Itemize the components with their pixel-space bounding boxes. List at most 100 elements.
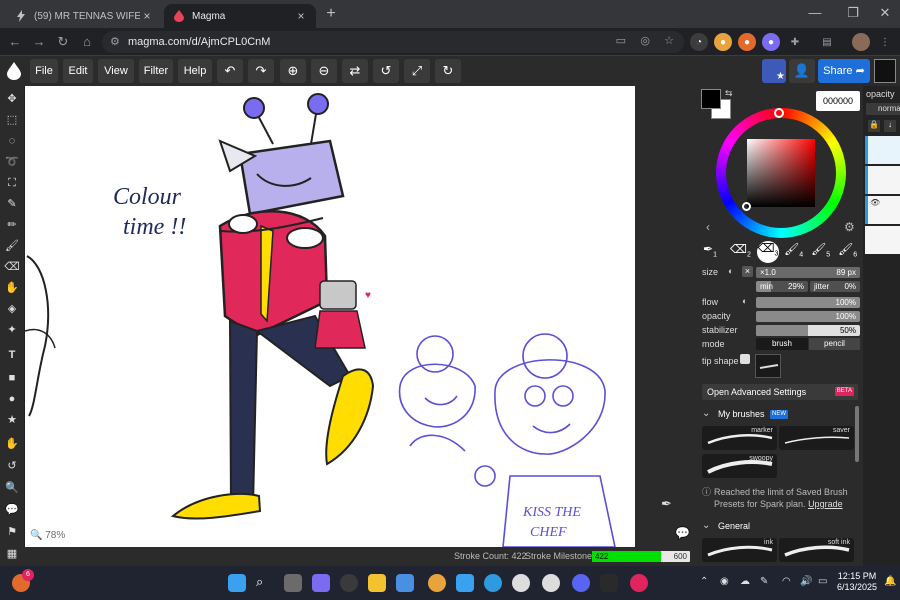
upgrade-link[interactable]: Upgrade bbox=[808, 499, 843, 509]
close-icon[interactable]: × bbox=[742, 266, 753, 277]
cast-icon[interactable]: ▭ bbox=[616, 34, 626, 47]
brush-preset-saver[interactable]: saver bbox=[779, 426, 854, 450]
gear-icon[interactable]: ⚙ bbox=[844, 220, 855, 234]
clock[interactable]: 12:15 PM 6/13/2025 bbox=[832, 571, 882, 593]
tab-magma[interactable]: Magma × bbox=[164, 4, 316, 28]
rectangle-tool-icon[interactable]: ■ bbox=[3, 369, 21, 387]
mode-brush-button[interactable]: brush bbox=[756, 338, 808, 350]
swap-colors-icon[interactable]: ⇆ bbox=[725, 88, 733, 99]
redo-icon[interactable]: ↷ bbox=[248, 59, 274, 83]
pressure-icon[interactable]: ◐ bbox=[728, 266, 739, 277]
notification-bell-icon[interactable]: 🔔 bbox=[884, 576, 896, 587]
add-user-icon[interactable]: 👤 bbox=[789, 59, 815, 83]
move-down-icon[interactable]: ↓ bbox=[884, 120, 896, 132]
forward-icon[interactable]: → bbox=[30, 33, 48, 51]
close-window-icon[interactable]: ✕ bbox=[872, 4, 898, 22]
profile-avatar[interactable] bbox=[852, 33, 870, 51]
extension-icon[interactable]: ● bbox=[714, 33, 732, 51]
min-slider[interactable]: min 29% bbox=[756, 281, 808, 292]
tab-tumblr[interactable]: (59) MR TENNAS WIFEY (ffatalit × bbox=[6, 4, 162, 28]
brush-preset-ink[interactable]: ink bbox=[702, 538, 777, 562]
notepad-icon[interactable] bbox=[456, 574, 474, 592]
zoom-out-icon[interactable]: ⊖ bbox=[311, 59, 337, 83]
comment-icon[interactable]: 💬 bbox=[3, 501, 21, 519]
avatar[interactable] bbox=[874, 59, 896, 83]
pencil-icon[interactable]: ✏ bbox=[3, 216, 21, 234]
flip-icon[interactable]: ⇄ bbox=[342, 59, 368, 83]
chat-bubble-icon[interactable]: 💬 bbox=[675, 526, 693, 542]
opacity-slider[interactable]: 100% bbox=[756, 311, 860, 322]
layer-thumbnail[interactable] bbox=[865, 136, 900, 164]
fill-icon[interactable]: ◈ bbox=[3, 300, 21, 318]
rotate-right-icon[interactable]: ↻ bbox=[435, 59, 461, 83]
brush-preset-marker[interactable]: marker bbox=[702, 426, 777, 450]
file-explorer-icon[interactable] bbox=[368, 574, 386, 592]
zoom-in-icon[interactable]: ⊕ bbox=[280, 59, 306, 83]
app-icon[interactable] bbox=[600, 574, 618, 592]
magma-logo-icon[interactable] bbox=[5, 61, 23, 81]
hex-input[interactable]: 000000 bbox=[816, 91, 860, 111]
obs-icon[interactable] bbox=[340, 574, 358, 592]
copilot-icon[interactable] bbox=[312, 574, 330, 592]
star-tool-icon[interactable]: ★ bbox=[3, 411, 21, 429]
extension-clock-icon[interactable]: ◔ bbox=[690, 33, 708, 51]
close-tab-icon[interactable]: × bbox=[140, 9, 154, 23]
reload-icon[interactable]: ↻ bbox=[54, 33, 72, 51]
close-tab-icon[interactable]: × bbox=[294, 9, 308, 23]
kebab-menu-icon[interactable]: ⋮ bbox=[876, 33, 894, 51]
extension-icon[interactable]: ● bbox=[762, 33, 780, 51]
chevron-left-icon[interactable]: ‹ bbox=[706, 220, 710, 234]
eyedropper-icon[interactable]: ✎ bbox=[3, 195, 21, 213]
eye-icon[interactable]: 👁 bbox=[870, 198, 880, 207]
extension-icon[interactable]: ● bbox=[738, 33, 756, 51]
transform-icon[interactable]: ⛶ bbox=[3, 174, 21, 192]
back-icon[interactable]: ← bbox=[6, 33, 24, 51]
undo-icon[interactable]: ↶ bbox=[217, 59, 243, 83]
flag-icon[interactable]: ⚑ bbox=[3, 523, 21, 541]
layer-thumbnail[interactable] bbox=[865, 166, 900, 194]
lock-icon[interactable]: 🔒 bbox=[868, 120, 880, 132]
blend-mode-select[interactable]: normal bbox=[866, 103, 900, 115]
site-settings-icon[interactable]: ⚙ bbox=[110, 35, 120, 48]
help-menu[interactable]: Help bbox=[178, 59, 212, 83]
address-bar[interactable]: ⚙ magma.com/d/AjmCPL0CnM ▭ ◎ ☆ bbox=[102, 31, 684, 53]
layer-thumbnail[interactable] bbox=[865, 226, 900, 254]
home-icon[interactable]: ⌂ bbox=[78, 33, 96, 51]
ellipse-select-icon[interactable]: ◌ bbox=[3, 132, 21, 150]
color-wheel[interactable] bbox=[716, 108, 846, 238]
task-view-icon[interactable] bbox=[284, 574, 302, 592]
fullscreen-icon[interactable]: ⤢ bbox=[404, 59, 430, 83]
film-icon[interactable]: ▦ bbox=[3, 545, 21, 563]
weather-widget-icon[interactable]: 6 bbox=[12, 569, 34, 592]
chevron-up-icon[interactable]: ⌃ bbox=[700, 576, 708, 587]
new-tab-button[interactable]: + bbox=[322, 6, 340, 24]
stabilizer-slider[interactable]: 50% bbox=[756, 325, 860, 336]
hue-handle[interactable] bbox=[774, 108, 784, 118]
eye-slash-icon[interactable]: ◎ bbox=[640, 34, 650, 47]
opera-icon[interactable] bbox=[630, 574, 648, 592]
layer-thumbnail[interactable]: 👁 bbox=[865, 196, 900, 224]
size-slider[interactable]: ×1.0 89 px bbox=[756, 267, 860, 278]
brush-slot-5[interactable]: 🖌5 bbox=[811, 242, 831, 262]
general-header[interactable]: ⌄ General bbox=[702, 520, 852, 534]
sidepanel-icon[interactable]: ▤ bbox=[818, 33, 836, 51]
rotate-left-icon[interactable]: ↺ bbox=[373, 59, 399, 83]
brush-slot-6[interactable]: 🖌6 bbox=[838, 242, 858, 262]
zoom-indicator[interactable]: 🔍 78% bbox=[30, 530, 65, 541]
pressure-icon[interactable]: ◐ bbox=[742, 296, 747, 306]
avatar[interactable]: ★ bbox=[762, 59, 786, 83]
wifi-icon[interactable]: ◠ bbox=[782, 576, 791, 587]
chatgpt-icon[interactable] bbox=[542, 574, 560, 592]
cloud-icon[interactable]: ☁ bbox=[740, 576, 750, 587]
file-menu[interactable]: File bbox=[30, 59, 58, 83]
minimize-icon[interactable]: — bbox=[802, 4, 828, 22]
bookmark-star-icon[interactable]: ☆ bbox=[664, 34, 674, 47]
share-button[interactable]: Share ➦ bbox=[818, 59, 870, 83]
move-tool-icon[interactable]: ✥ bbox=[3, 90, 21, 108]
search-icon[interactable]: ⌕ bbox=[256, 574, 274, 592]
mode-pencil-button[interactable]: pencil bbox=[809, 338, 860, 350]
brush-slot-3[interactable]: ⌫3 bbox=[757, 241, 779, 263]
text-tool-icon[interactable]: T bbox=[3, 346, 21, 364]
store-icon[interactable] bbox=[396, 574, 414, 592]
primary-color-swatch-top[interactable] bbox=[701, 89, 721, 109]
